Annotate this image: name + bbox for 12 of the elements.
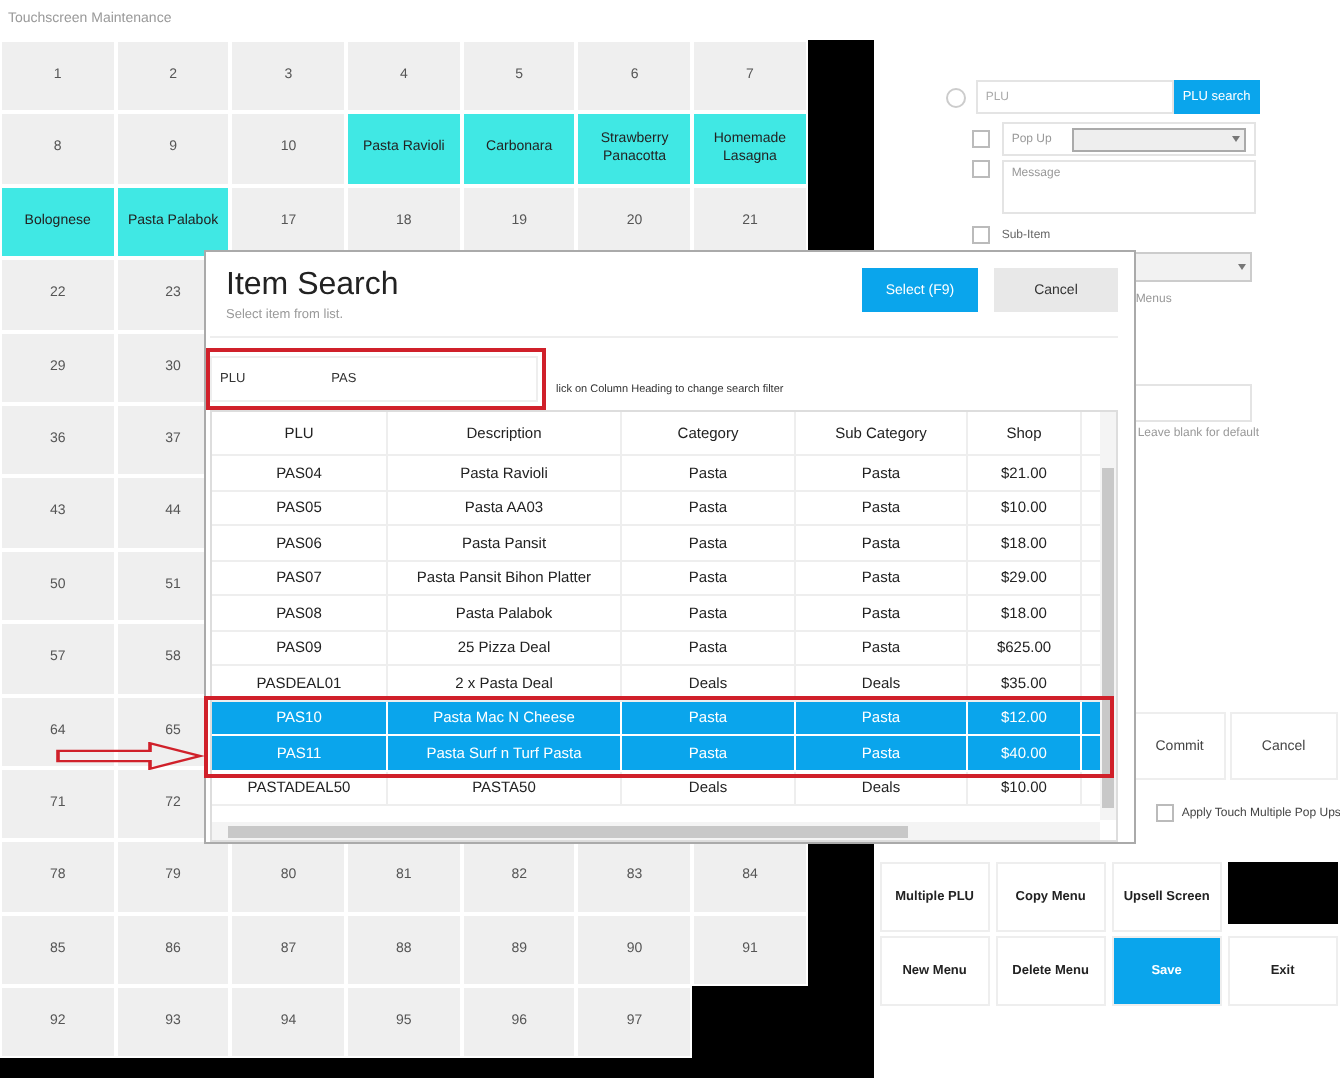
vertical-scrollbar[interactable] — [1100, 412, 1116, 820]
radio-button[interactable] — [945, 87, 966, 107]
checkbox[interactable] — [971, 160, 990, 178]
blank-tile — [1227, 862, 1338, 924]
dropdown-field[interactable] — [1071, 127, 1246, 151]
checkbox[interactable] — [971, 130, 990, 148]
checkbox[interactable] — [971, 226, 990, 244]
horizontal-scrollbar[interactable] — [212, 822, 1100, 840]
caret-icon — [1237, 264, 1246, 270]
checkbox[interactable] — [1155, 804, 1174, 822]
caret-icon — [1231, 136, 1240, 142]
dialog-title: Item Search — [226, 268, 399, 304]
